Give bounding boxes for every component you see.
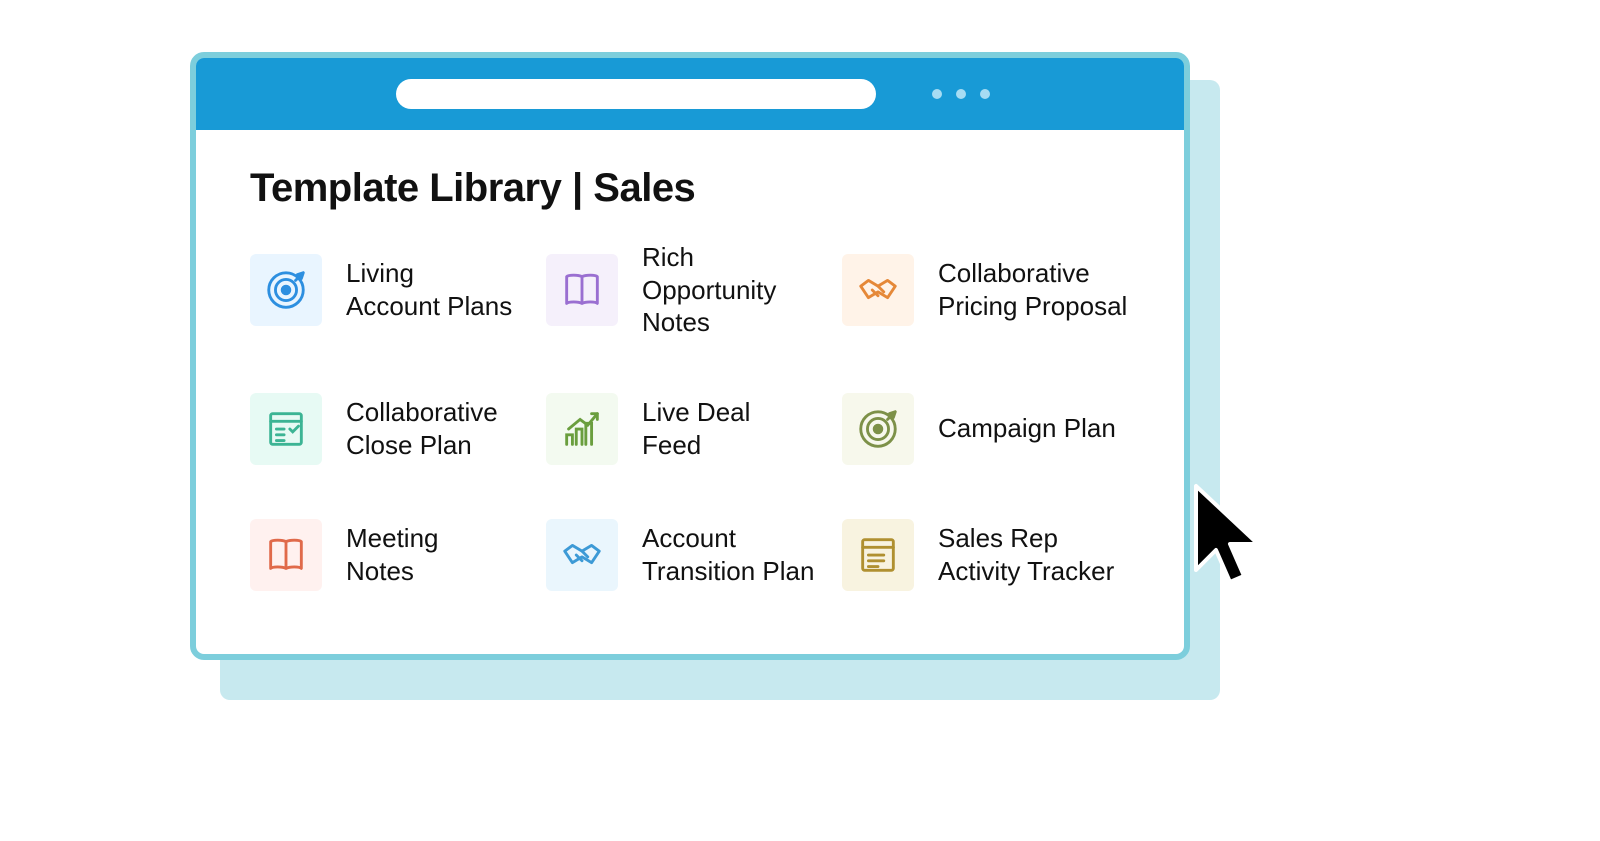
checklist-icon — [250, 393, 322, 465]
template-living-account-plans[interactable]: LivingAccount Plans — [250, 241, 538, 339]
titlebar — [196, 58, 1184, 130]
template-label: Rich Opportunity Notes — [642, 241, 834, 339]
template-collaborative-pricing-proposal[interactable]: Collaborative Pricing Proposal — [842, 241, 1130, 339]
template-label: Live DealFeed — [642, 396, 750, 461]
template-label: Collaborative Pricing Proposal — [938, 257, 1130, 322]
checklist-icon — [842, 519, 914, 591]
template-rich-opportunity-notes[interactable]: Rich Opportunity Notes — [546, 241, 834, 339]
template-meeting-notes[interactable]: MeetingNotes — [250, 519, 538, 591]
dot-icon[interactable] — [932, 89, 942, 99]
template-label: MeetingNotes — [346, 522, 439, 587]
template-grid: LivingAccount Plans Rich Opportunity Not… — [250, 241, 1130, 591]
template-live-deal-feed[interactable]: Live DealFeed — [546, 393, 834, 465]
template-label: LivingAccount Plans — [346, 257, 512, 322]
template-label: Account Transition Plan — [642, 522, 834, 587]
template-label: Campaign Plan — [938, 412, 1116, 445]
window-controls — [932, 89, 990, 99]
template-campaign-plan[interactable]: Campaign Plan — [842, 393, 1130, 465]
book-icon — [546, 254, 618, 326]
cursor-icon — [1190, 482, 1270, 602]
dot-icon[interactable] — [980, 89, 990, 99]
chart-growth-icon — [546, 393, 618, 465]
template-sales-rep-activity-tracker[interactable]: Sales Rep Activity Tracker — [842, 519, 1130, 591]
handshake-icon — [842, 254, 914, 326]
template-account-transition-plan[interactable]: Account Transition Plan — [546, 519, 834, 591]
page-title: Template Library | Sales — [250, 166, 1130, 211]
template-label: Collaborative Close Plan — [346, 396, 538, 461]
target-icon — [842, 393, 914, 465]
template-label: Sales Rep Activity Tracker — [938, 522, 1130, 587]
search-input[interactable] — [396, 79, 876, 109]
handshake-icon — [546, 519, 618, 591]
content-area: Template Library | Sales LivingAccount P… — [196, 130, 1184, 621]
target-icon — [250, 254, 322, 326]
book-icon — [250, 519, 322, 591]
dot-icon[interactable] — [956, 89, 966, 99]
app-window: Template Library | Sales LivingAccount P… — [190, 52, 1190, 660]
template-collaborative-close-plan[interactable]: Collaborative Close Plan — [250, 393, 538, 465]
